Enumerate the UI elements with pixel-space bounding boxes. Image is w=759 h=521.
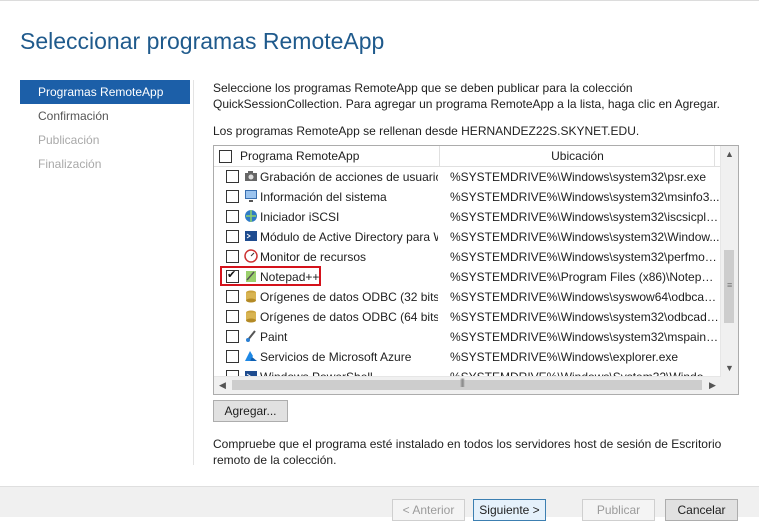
program-location: %SYSTEMDRIVE%\Windows\system32\msinfo3..… bbox=[450, 190, 720, 204]
nav-item-confirmacion[interactable]: Confirmación bbox=[20, 104, 190, 128]
nav-divider bbox=[193, 80, 194, 465]
scroll-up-icon[interactable]: ▲ bbox=[721, 146, 738, 163]
description-text: Seleccione los programas RemoteApp que s… bbox=[213, 81, 720, 111]
wizard-footer: < Anterior Siguiente > Publicar Cancelar bbox=[0, 486, 759, 521]
row-checkbox[interactable] bbox=[226, 210, 239, 226]
table-row[interactable]: Grabación de acciones de usuario %SYSTEMD… bbox=[214, 167, 721, 187]
paint-icon bbox=[244, 329, 258, 343]
nav-item-programas[interactable]: Programas RemoteApp bbox=[20, 80, 190, 104]
add-button[interactable]: Agregar... bbox=[213, 400, 288, 422]
grip-icon: ||| bbox=[460, 377, 465, 387]
row-checkbox[interactable] bbox=[226, 290, 239, 306]
grip-icon: ≡ bbox=[727, 280, 733, 290]
row-checkbox[interactable] bbox=[226, 170, 239, 186]
row-checkbox[interactable] bbox=[226, 190, 239, 206]
scroll-left-icon[interactable]: ◀ bbox=[214, 377, 231, 394]
install-note: Compruebe que el programa esté instalado… bbox=[213, 437, 722, 467]
program-location: %SYSTEMDRIVE%\Windows\system32\mspaint..… bbox=[450, 330, 720, 344]
table-row[interactable]: Orígenes de datos ODBC (64 bits) %SYSTEMD… bbox=[214, 307, 721, 327]
powershell-icon bbox=[244, 229, 258, 243]
program-name: Grabación de acciones de usuario bbox=[260, 170, 438, 184]
select-all-checkbox[interactable] bbox=[219, 150, 232, 166]
scroll-right-icon[interactable]: ▶ bbox=[704, 377, 721, 394]
top-divider bbox=[0, 0, 759, 1]
page-title: Seleccionar programas RemoteApp bbox=[20, 28, 385, 54]
table-row[interactable]: Orígenes de datos ODBC (32 bits) %SYSTEMD… bbox=[214, 287, 721, 307]
scroll-down-icon[interactable]: ▼ bbox=[721, 360, 738, 377]
program-location: %SYSTEMDRIVE%\Windows\system32\Window... bbox=[450, 230, 720, 244]
column-separator bbox=[714, 146, 715, 166]
vertical-scrollbar[interactable]: ▲ ≡ ▼ bbox=[720, 146, 738, 377]
azure-icon bbox=[244, 349, 258, 363]
gauge-icon bbox=[244, 249, 258, 263]
nav-item-publicacion: Publicación bbox=[38, 133, 100, 147]
row-checkbox[interactable] bbox=[226, 230, 239, 246]
database-icon bbox=[244, 309, 258, 323]
publish-button[interactable]: Publicar bbox=[582, 499, 655, 521]
scroll-corner bbox=[721, 377, 738, 394]
vertical-scroll-thumb[interactable]: ≡ bbox=[724, 250, 734, 323]
program-location: %SYSTEMDRIVE%\Windows\explorer.exe bbox=[450, 350, 679, 364]
computer-info-icon bbox=[244, 189, 258, 203]
program-name: Servicios de Microsoft Azure bbox=[260, 350, 412, 364]
wizard-nav: Programas RemoteApp Confirmación Publica… bbox=[20, 80, 190, 176]
row-checkbox[interactable] bbox=[226, 310, 239, 326]
row-checkbox[interactable] bbox=[226, 330, 239, 346]
nav-item-finalizacion: Finalización bbox=[38, 157, 102, 171]
list-body: Grabación de acciones de usuario %SYSTEMD… bbox=[214, 167, 721, 377]
program-location: %SYSTEMDRIVE%\Windows\system32\perfmon..… bbox=[450, 250, 720, 264]
remoteapp-list[interactable]: Programa RemoteApp Ubicación Grabación d… bbox=[213, 145, 739, 395]
program-name: Módulo de Active Directory para W bbox=[260, 230, 438, 244]
table-row[interactable]: Iniciador iSCSI %SYSTEMDRIVE%\Windows\sys… bbox=[214, 207, 721, 227]
table-row[interactable]: Notepad++%SYSTEMDRIVE%\Program Files (x8… bbox=[214, 266, 721, 287]
table-row[interactable]: Módulo de Active Directory para W %SYSTEM… bbox=[214, 227, 721, 247]
program-name: Información del sistema bbox=[260, 190, 387, 204]
cancel-button[interactable]: Cancelar bbox=[665, 499, 738, 521]
program-name: Monitor de recursos bbox=[260, 250, 367, 264]
globe-icon bbox=[244, 209, 258, 223]
selection-highlight bbox=[220, 266, 321, 286]
horizontal-scroll-thumb[interactable]: ||| bbox=[232, 377, 702, 390]
next-button[interactable]: Siguiente > bbox=[473, 499, 546, 521]
program-location: %SYSTEMDRIVE%\Windows\system32\iscsicpl.… bbox=[450, 210, 720, 224]
program-location: %SYSTEMDRIVE%\Windows\system32\psr.exe bbox=[450, 170, 707, 184]
column-header-program[interactable]: Programa RemoteApp bbox=[240, 149, 359, 163]
program-location: %SYSTEMDRIVE%\Windows\syswow64\odbcad... bbox=[450, 290, 720, 304]
program-name: Orígenes de datos ODBC (64 bits) bbox=[260, 310, 438, 324]
table-row[interactable]: Paint %SYSTEMDRIVE%\Windows\system32\mspa… bbox=[214, 327, 721, 347]
horizontal-scrollbar[interactable]: ◀ ||| ▶ bbox=[214, 376, 721, 394]
program-name: Paint bbox=[260, 330, 288, 344]
row-checkbox[interactable] bbox=[226, 350, 239, 366]
previous-button[interactable]: < Anterior bbox=[392, 499, 465, 521]
table-row[interactable]: Monitor de recursos %SYSTEMDRIVE%\Windows… bbox=[214, 247, 721, 267]
table-row[interactable]: Información del sistema %SYSTEMDRIVE%\Win… bbox=[214, 187, 721, 207]
program-location: %SYSTEMDRIVE%\Windows\system32\odbcad3..… bbox=[450, 310, 720, 324]
column-header-location[interactable]: Ubicación bbox=[440, 149, 715, 163]
camera-icon bbox=[244, 169, 258, 183]
program-name: Iniciador iSCSI bbox=[260, 210, 340, 224]
row-checkbox[interactable] bbox=[226, 250, 239, 266]
table-row[interactable]: Servicios de Microsoft Azure %SYSTEMDRIVE… bbox=[214, 347, 721, 367]
list-header: Programa RemoteApp Ubicación bbox=[214, 146, 721, 167]
database-icon bbox=[244, 289, 258, 303]
program-location: %SYSTEMDRIVE%\Program Files (x86)\Notepa… bbox=[450, 270, 720, 284]
populated-from-text: Los programas RemoteApp se rellenan desd… bbox=[213, 124, 640, 138]
program-name: Orígenes de datos ODBC (32 bits) bbox=[260, 290, 438, 304]
